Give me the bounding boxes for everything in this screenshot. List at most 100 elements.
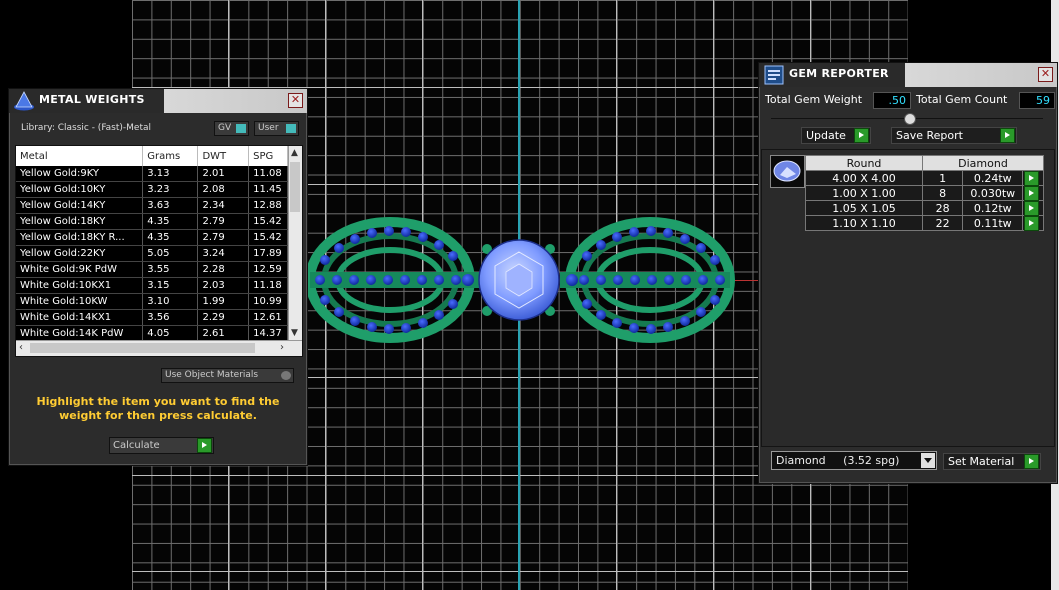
table-cell: 4.35: [142, 213, 199, 230]
slider-knob[interactable]: [904, 113, 916, 125]
close-icon[interactable]: ✕: [1038, 67, 1053, 82]
gem-row[interactable]: 4.00 X 4.00 1 0.24tw: [805, 170, 1044, 186]
play-arrow-icon: [1024, 216, 1040, 231]
table-cell: 3.15: [142, 277, 199, 294]
column-header[interactable]: Grams: [142, 146, 199, 166]
report-icon: [764, 65, 784, 85]
gem-row[interactable]: 1.10 X 1.10 22 0.11tw: [805, 215, 1044, 231]
table-cell: 2.08: [197, 181, 250, 198]
total-gem-weight-label: Total Gem Weight: [765, 93, 863, 106]
table-row[interactable]: Yellow Gold:9KY 3.13 2.01 11.08: [16, 166, 288, 182]
column-header[interactable]: DWT: [197, 146, 250, 166]
gv-toggle[interactable]: GV: [214, 121, 249, 136]
play-arrow-icon: [854, 128, 869, 143]
table-cell: 3.55: [142, 261, 199, 278]
table-cell: Yellow Gold:18KY R...: [16, 229, 144, 246]
use-object-materials-toggle[interactable]: Use Object Materials: [161, 368, 294, 383]
table-row[interactable]: White Gold:10KX1 3.15 2.03 11.18: [16, 277, 288, 294]
gem-reporter-titlebar[interactable]: GEM REPORTER ✕: [759, 63, 1057, 87]
close-icon[interactable]: ✕: [288, 93, 303, 108]
column-header[interactable]: Metal: [16, 146, 144, 166]
total-gem-weight-value: .50: [873, 92, 911, 109]
table-cell: 2.03: [197, 277, 250, 294]
scroll-left-icon[interactable]: ‹: [19, 342, 23, 353]
user-toggle[interactable]: User: [254, 121, 299, 136]
gem-row-action[interactable]: [1022, 215, 1044, 231]
table-row[interactable]: Yellow Gold:18KY 4.35 2.79 15.42: [16, 213, 288, 230]
play-arrow-icon: [1024, 454, 1039, 469]
table-cell: White Gold:10KX1: [16, 277, 144, 294]
play-arrow-icon: [1024, 171, 1040, 186]
metal-table-header: Metal Grams DWT SPG: [16, 146, 288, 166]
vertical-scrollbar[interactable]: ▲ ▼: [288, 146, 302, 340]
column-header[interactable]: SPG: [248, 146, 288, 166]
metal-weights-titlebar[interactable]: METAL WEIGHTS ✕: [9, 89, 307, 113]
gem-cell: 0.11tw: [962, 215, 1024, 231]
gem-cell: 0.12tw: [962, 200, 1024, 216]
table-cell: Yellow Gold:14KY: [16, 197, 144, 214]
table-cell: 10.99: [248, 293, 288, 310]
play-arrow-icon: [197, 438, 212, 453]
table-cell: 5.05: [142, 245, 199, 262]
horizontal-scrollbar[interactable]: ‹ ›: [16, 340, 302, 356]
play-arrow-icon: [1000, 128, 1015, 143]
update-button[interactable]: Update: [801, 127, 871, 144]
material-select-value: Diamond (3.52 spg): [776, 454, 900, 467]
gem-row-action[interactable]: [1022, 170, 1044, 186]
table-cell: 17.89: [248, 245, 288, 262]
gem-list: Round Diamond 4.00 X 4.00 1 0.24tw 1.00 X 1…: [761, 149, 1055, 447]
table-cell: 12.88: [248, 197, 288, 214]
table-cell: White Gold:14KX1: [16, 309, 144, 326]
table-cell: 2.29: [197, 309, 250, 326]
table-cell: 15.42: [248, 229, 288, 246]
table-cell: White Gold:10KW: [16, 293, 144, 310]
gem-table-header: Round Diamond: [805, 155, 1044, 171]
save-report-button[interactable]: Save Report: [891, 127, 1017, 144]
gem-material-header: Diamond: [922, 155, 1044, 171]
table-cell: 12.59: [248, 261, 288, 278]
user-label: User: [258, 123, 279, 133]
table-cell: Yellow Gold:22KY: [16, 245, 144, 262]
round-gem-icon[interactable]: [770, 155, 805, 188]
gem-cell: 4.00 X 4.00: [805, 170, 923, 186]
gem-row[interactable]: 1.05 X 1.05 28 0.12tw: [805, 200, 1044, 216]
chevron-down-icon[interactable]: [921, 453, 935, 468]
scroll-thumb[interactable]: [30, 343, 255, 353]
table-row[interactable]: White Gold:10KW 3.10 1.99 10.99: [16, 293, 288, 310]
gem-row-action[interactable]: [1022, 185, 1044, 201]
scroll-up-icon[interactable]: ▲: [291, 148, 298, 158]
gem-row[interactable]: 1.00 X 1.00 8 0.030tw: [805, 185, 1044, 201]
ring-model[interactable]: [305, 210, 735, 350]
table-row[interactable]: Yellow Gold:18KY R... 4.35 2.79 15.42: [16, 229, 288, 246]
scroll-right-icon[interactable]: ›: [280, 342, 284, 353]
total-gem-count-label: Total Gem Count: [916, 93, 1008, 106]
table-cell: 3.10: [142, 293, 199, 310]
gem-reporter-title: GEM REPORTER: [789, 67, 889, 80]
table-cell: 2.34: [197, 197, 250, 214]
metal-weights-panel: METAL WEIGHTS ✕ Library: Classic - (Fast…: [8, 88, 308, 466]
grid-major-line: [132, 571, 908, 572]
play-arrow-icon: [1024, 201, 1040, 216]
table-cell: Yellow Gold:18KY: [16, 213, 144, 230]
gem-row-action[interactable]: [1022, 200, 1044, 216]
metal-table: Metal Grams DWT SPG Yellow Gold:9KY 3.13 2…: [16, 146, 288, 342]
scroll-down-icon[interactable]: ▼: [291, 328, 298, 338]
table-cell: 3.63: [142, 197, 199, 214]
table-row[interactable]: White Gold:9K PdW 3.55 2.28 12.59: [16, 261, 288, 278]
update-label: Update: [806, 129, 846, 142]
calculate-button[interactable]: Calculate: [109, 437, 214, 454]
set-material-button[interactable]: Set Material: [943, 453, 1041, 470]
gem-cell: 1.00 X 1.00: [805, 185, 923, 201]
table-cell: 4.35: [142, 229, 199, 246]
table-cell: 11.18: [248, 277, 288, 294]
table-row[interactable]: Yellow Gold:22KY 5.05 3.24 17.89: [16, 245, 288, 262]
table-row[interactable]: White Gold:14KX1 3.56 2.29 12.61: [16, 309, 288, 326]
table-cell: 2.79: [197, 229, 250, 246]
gem-cell: 1.10 X 1.10: [805, 215, 923, 231]
gv-label: GV: [218, 123, 232, 133]
table-row[interactable]: Yellow Gold:10KY 3.23 2.08 11.45: [16, 181, 288, 198]
material-select[interactable]: Diamond (3.52 spg): [771, 451, 937, 470]
library-label: Library: Classic - (Fast)-Metal: [21, 123, 152, 133]
scroll-thumb[interactable]: [290, 162, 300, 212]
table-row[interactable]: Yellow Gold:14KY 3.63 2.34 12.88: [16, 197, 288, 214]
